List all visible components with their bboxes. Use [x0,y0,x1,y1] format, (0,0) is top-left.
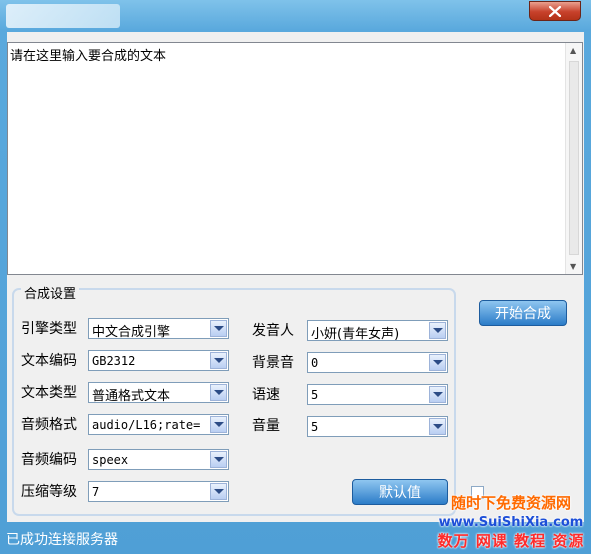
volume-label: 音量 [252,418,280,434]
chevron-down-icon [213,457,224,462]
engine-type-value: 中文合成引擎 [92,325,171,340]
background-sound-value: 0 [311,356,319,370]
watermark-line-1: 随时下免费资源网 [450,494,571,512]
text-encoding-value: GB2312 [92,354,136,368]
speed-dropdown-button[interactable] [429,386,446,403]
background-sound-select[interactable]: 0 [307,352,448,373]
client-area: 请在这里输入要合成的文本 ▲ ▼ 合成设置 引擎类型 中文合成引擎 文本编码 G… [7,32,584,522]
scroll-up-icon[interactable]: ▲ [570,46,576,55]
background-sound-dropdown-button[interactable] [429,354,446,371]
speaker-select[interactable]: 小妍(青年女声) [307,320,448,342]
volume-value: 5 [311,420,319,434]
text-type-label: 文本类型 [21,385,77,401]
app-window: 请在这里输入要合成的文本 ▲ ▼ 合成设置 引擎类型 中文合成引擎 文本编码 G… [0,0,591,554]
text-type-value: 普通格式文本 [92,389,171,404]
status-text: 已成功连接服务器 [6,532,118,548]
audio-format-dropdown-button[interactable] [210,416,227,433]
chevron-down-icon [213,390,224,395]
engine-type-label: 引擎类型 [21,321,77,337]
chevron-down-icon [213,358,224,363]
text-type-dropdown-button[interactable] [210,384,227,401]
synthesis-settings-title: 合成设置 [21,287,80,303]
speed-value: 5 [311,388,319,402]
compression-level-value: 7 [92,485,100,499]
audio-encoding-label: 音频编码 [21,452,77,468]
chevron-down-icon [432,392,443,397]
text-input-content[interactable]: 请在这里输入要合成的文本 [10,45,166,64]
engine-type-select[interactable]: 中文合成引擎 [88,318,229,340]
compression-level-dropdown-button[interactable] [210,483,227,500]
watermark-line-3: 数万 网课 教程 资源 [437,532,585,550]
text-type-select[interactable]: 普通格式文本 [88,382,229,404]
vertical-scrollbar[interactable]: ▲ ▼ [565,43,582,274]
audio-encoding-dropdown-button[interactable] [210,451,227,468]
speaker-label: 发音人 [252,323,294,339]
chevron-down-icon [213,489,224,494]
start-synthesis-button[interactable]: 开始合成 [479,300,567,326]
audio-format-label: 音频格式 [21,417,77,433]
window-title [6,4,120,28]
background-sound-label: 背景音 [252,355,294,371]
text-encoding-label: 文本编码 [21,353,77,369]
scroll-down-icon[interactable]: ▼ [570,262,576,271]
speed-label: 语速 [252,387,280,403]
watermark: 随时下免费资源网 www.SuiShiXia.com 数万 网课 教程 资源 [432,494,590,554]
audio-encoding-value: speex [92,453,129,467]
close-icon [549,5,561,17]
watermark-line-2: www.SuiShiXia.com [438,515,584,530]
close-button[interactable] [529,1,581,21]
text-encoding-dropdown-button[interactable] [210,352,227,369]
chevron-down-icon [213,422,224,427]
speed-select[interactable]: 5 [307,384,448,405]
audio-encoding-select[interactable]: speex [88,449,229,470]
title-bar[interactable] [0,0,591,32]
scrollbar-thumb[interactable] [569,61,579,255]
speaker-value: 小妍(青年女声) [311,327,400,342]
engine-type-dropdown-button[interactable] [210,320,227,337]
audio-format-select[interactable]: audio/L16;rate= [88,414,229,435]
audio-format-value: audio/L16;rate= [92,418,201,432]
chevron-down-icon [213,326,224,331]
text-input-area[interactable]: 请在这里输入要合成的文本 ▲ ▼ [7,42,583,275]
compression-level-select[interactable]: 7 [88,481,229,502]
speaker-dropdown-button[interactable] [429,322,446,339]
chevron-down-icon [432,424,443,429]
text-encoding-select[interactable]: GB2312 [88,350,229,371]
volume-select[interactable]: 5 [307,416,448,437]
chevron-down-icon [432,360,443,365]
volume-dropdown-button[interactable] [429,418,446,435]
chevron-down-icon [432,328,443,333]
compression-level-label: 压缩等级 [21,484,77,500]
